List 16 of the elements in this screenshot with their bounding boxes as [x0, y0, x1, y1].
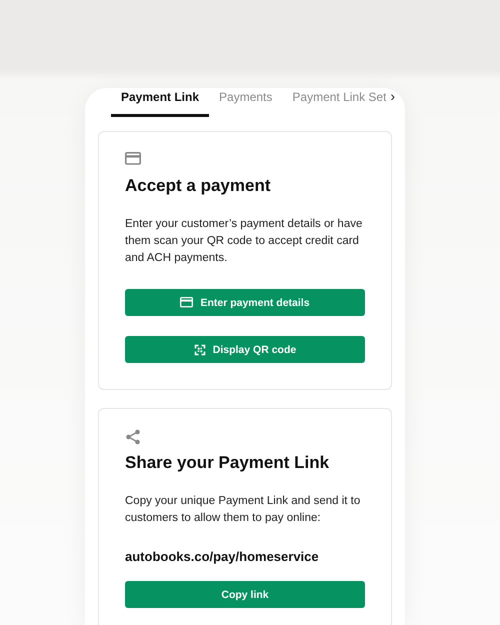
qr-code-icon — [194, 344, 206, 356]
payment-link-url: autobooks.co/pay/homeservice — [125, 549, 320, 564]
credit-card-icon — [125, 152, 141, 165]
card-title: Accept a payment — [125, 176, 272, 196]
action-button[interactable]: Display QR code — [125, 336, 365, 363]
card-title: Share your Payment Link — [125, 453, 330, 473]
card-description: Enter your customer’s payment details or have them scan your QR code to accept credit card and ACH payments. — [125, 217, 364, 266]
tab[interactable]: Payments — [209, 90, 282, 117]
tabs-more-button[interactable]: › — [386, 88, 405, 117]
action-button[interactable]: Enter payment details — [125, 289, 365, 316]
action-button[interactable]: Copy link — [125, 581, 365, 608]
tab[interactable]: Payment Link Set — [282, 90, 386, 117]
share-icon — [125, 429, 141, 445]
card-description: Copy your unique Payment Link and send it to customers to allow them to pay online: — [125, 494, 362, 526]
tab[interactable]: Payment Link — [111, 90, 210, 117]
credit-card-icon — [180, 297, 194, 308]
